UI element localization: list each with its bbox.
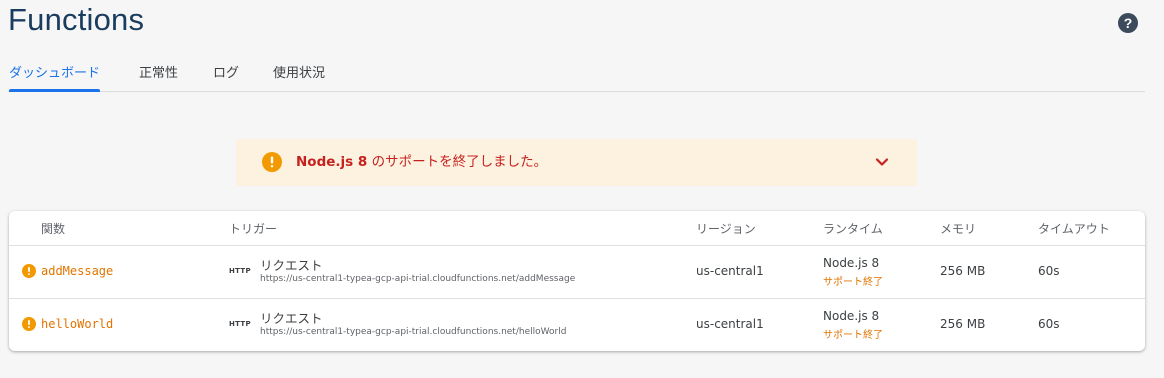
warning-icon [22,317,36,331]
column-header-region[interactable]: リージョン [696,220,756,237]
trigger-type-badge: HTTP [229,267,251,275]
trigger-label: リクエスト [260,258,323,273]
timeout-value: 60s [1038,317,1060,331]
column-header-runtime[interactable]: ランタイム [823,220,883,237]
deprecation-banner: Node.js 8 のサポートを終了しました。 [236,139,917,186]
table-header: 関数 トリガー リージョン ランタイム メモリ タイムアウト [9,211,1145,246]
tab-health[interactable]: 正常性 [139,60,178,90]
tab-usage[interactable]: 使用状況 [273,60,325,90]
help-circle-icon[interactable]: ? [1118,13,1138,33]
column-header-trigger[interactable]: トリガー [229,220,277,237]
table-row[interactable]: addMessage HTTP リクエスト https://us-central… [9,246,1145,299]
warning-icon [262,152,282,172]
trigger-label: リクエスト [260,311,323,326]
function-name-link[interactable]: helloWorld [41,317,113,331]
column-header-name[interactable]: 関数 [41,220,65,237]
timeout-value: 60s [1038,264,1060,278]
chevron-down-icon[interactable] [873,153,891,171]
banner-runtime: Node.js 8 [296,154,368,170]
memory-value: 256 MB [940,317,986,331]
runtime-status: サポート終了 [823,330,883,341]
tab-dashboard[interactable]: ダッシュボード [9,60,101,92]
column-header-memory[interactable]: メモリ [940,220,976,237]
warning-icon [22,264,36,278]
svg-text:?: ? [1124,15,1133,31]
region-value: us-central1 [696,264,764,278]
trigger-type-badge: HTTP [229,320,251,328]
tab-logs[interactable]: ログ [213,60,239,90]
region-value: us-central1 [696,317,764,331]
runtime-status: サポート終了 [823,277,883,288]
memory-value: 256 MB [940,264,986,278]
trigger-url[interactable]: https://us-central1-typea-gcp-api-trial.… [260,327,566,337]
function-name-link[interactable]: addMessage [41,264,113,278]
column-header-timeout[interactable]: タイムアウト [1038,220,1110,237]
page-title: Functions [8,2,145,37]
runtime-value: Node.js 8 [823,256,880,270]
table-row[interactable]: helloWorld HTTP リクエスト https://us-central… [9,299,1145,351]
banner-message-rest: のサポートを終了しました。 [367,154,548,170]
banner-message: Node.js 8 のサポートを終了しました。 [296,152,547,172]
tab-bar: ダッシュボード 正常性 ログ 使用状況 [8,60,1145,92]
trigger-url[interactable]: https://us-central1-typea-gcp-api-trial.… [260,274,575,284]
runtime-value: Node.js 8 [823,309,880,323]
functions-table: 関数 トリガー リージョン ランタイム メモリ タイムアウト addMessag… [9,211,1145,351]
